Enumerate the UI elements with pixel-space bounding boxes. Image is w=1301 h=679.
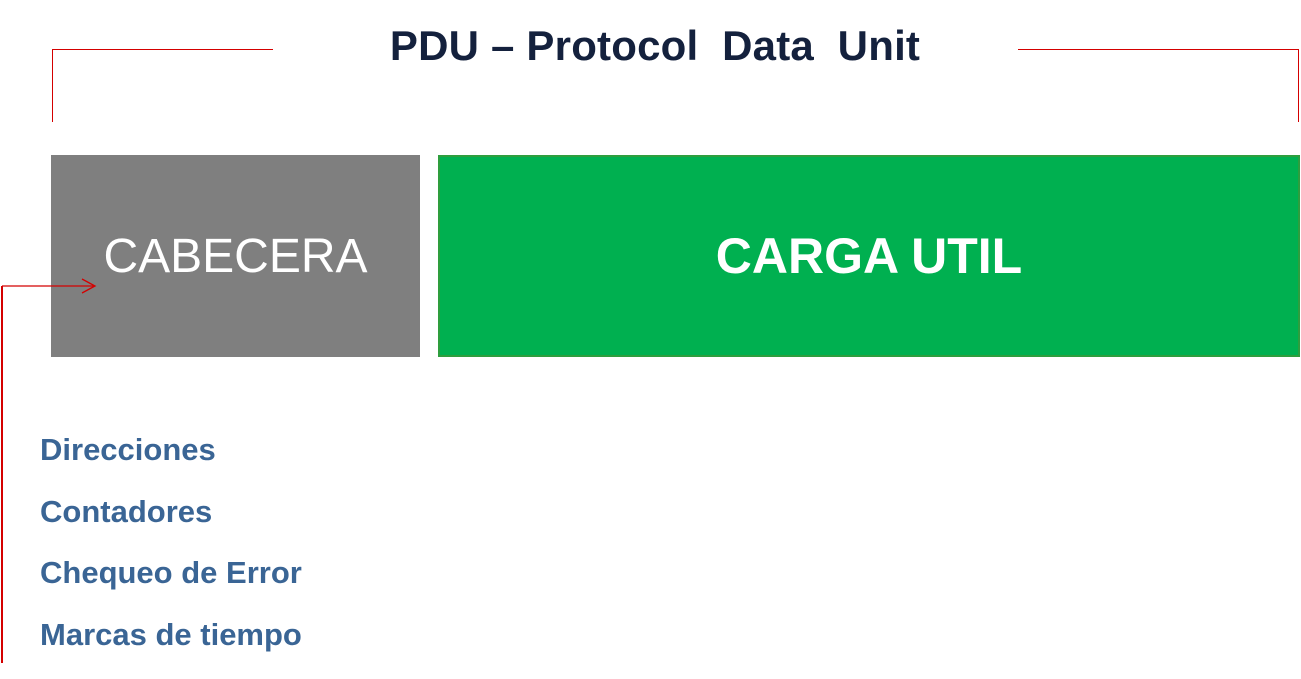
payload-box-label: CARGA UTIL [715, 228, 1023, 284]
header-field-item: Direcciones [40, 432, 216, 467]
header-field-item: Marcas de tiempo [40, 616, 302, 652]
header-box: CABECERA [51, 155, 420, 357]
pdu-title: PDU – Protocol Data Unit [389, 22, 921, 69]
pdu-bracket-right [1018, 49, 1299, 122]
header-field-item: Chequeo de Error [40, 555, 302, 590]
header-field-list: Direcciones Contadores Chequeo de Error … [40, 428, 302, 674]
pdu-bracket-left [52, 49, 273, 122]
header-field-item: Contadores [40, 493, 213, 529]
header-box-label: CABECERA [103, 229, 368, 283]
payload-box: CARGA UTIL [438, 155, 1300, 357]
